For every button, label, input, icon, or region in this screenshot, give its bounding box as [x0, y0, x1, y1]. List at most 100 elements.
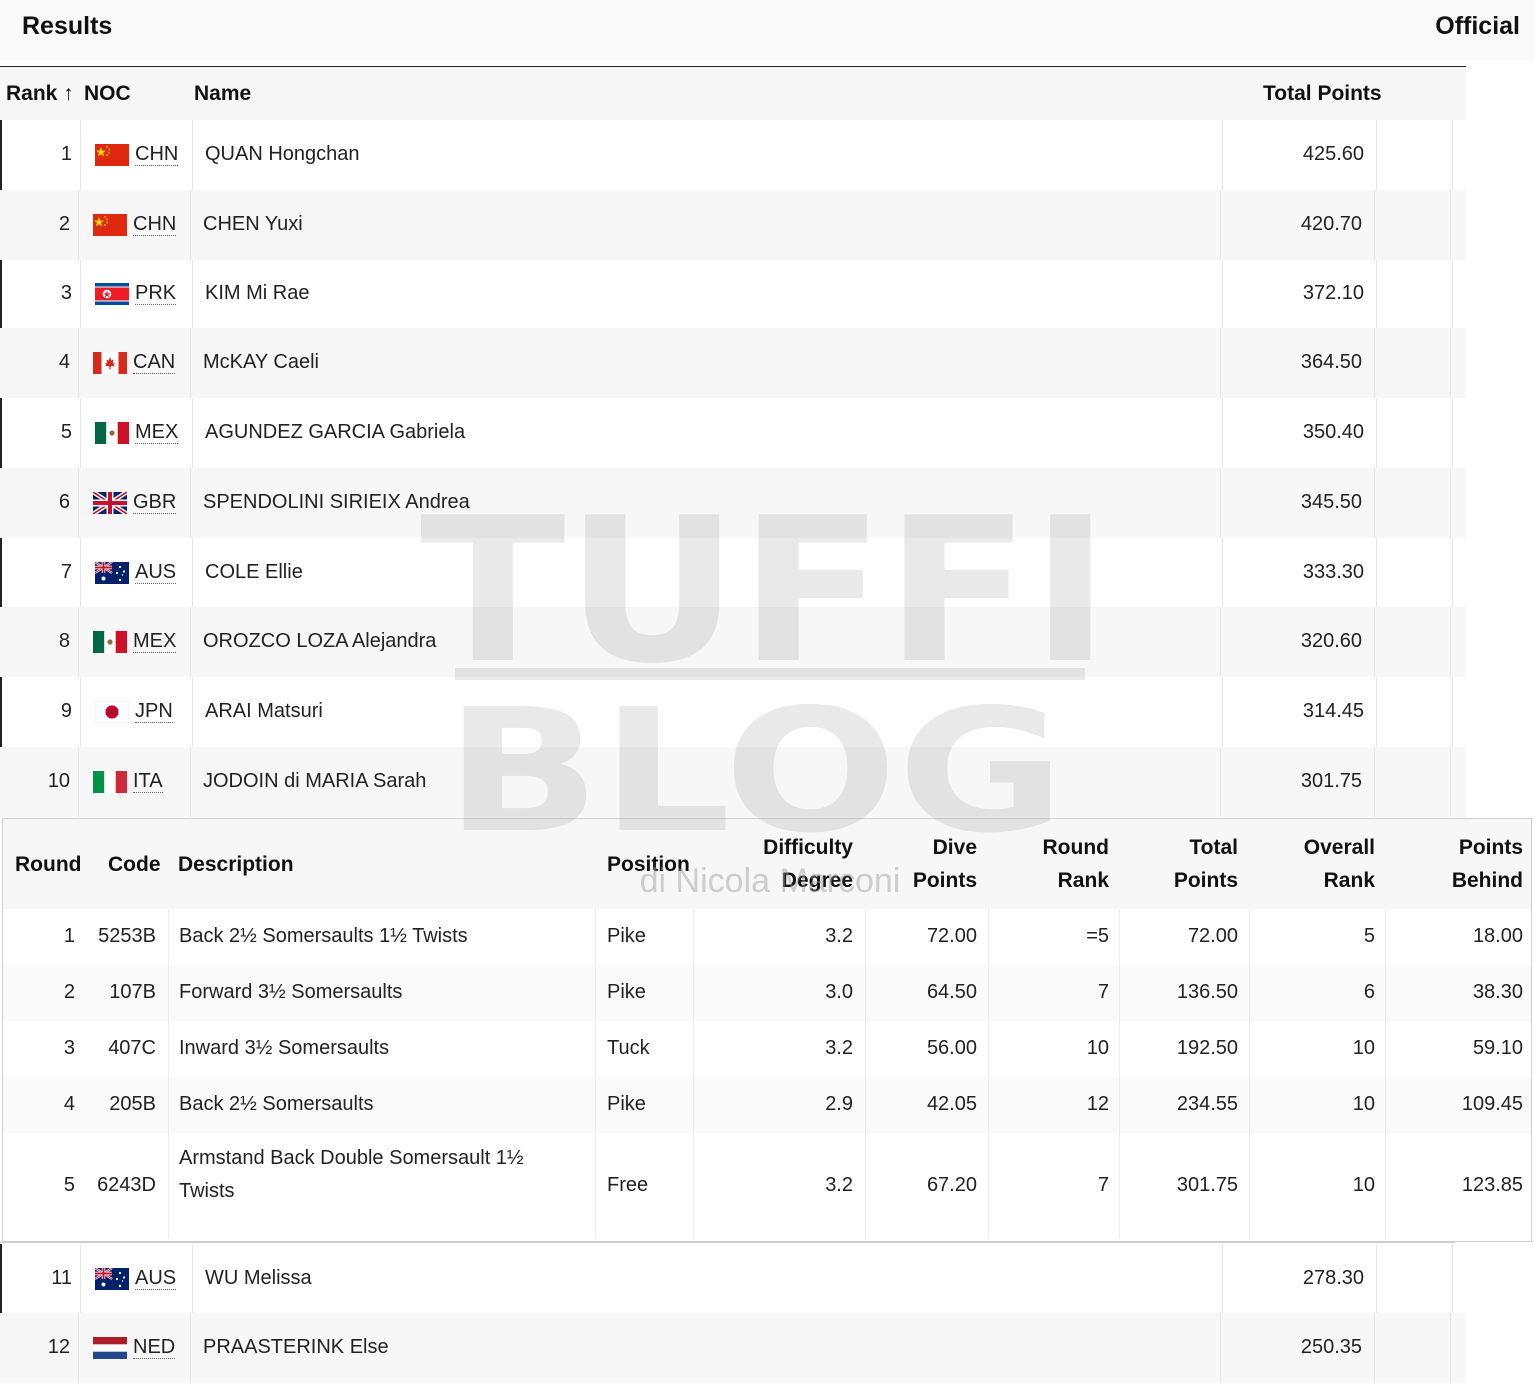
athlete-name[interactable]: WU Melissa [205, 1267, 312, 1290]
athlete-name[interactable]: QUAN Hongchan [205, 143, 360, 166]
athlete-total-points: 350.40 [1302, 421, 1364, 443]
athlete-row[interactable]: 7 AUS COLE Ellie 333.30 [0, 538, 1466, 607]
athlete-row[interactable]: 11 AUS WU Melissa 278.30 [0, 1244, 1466, 1313]
athlete-row[interactable]: 12 NED PRAASTERINK Else 250.35 [0, 1313, 1466, 1383]
column-divider [1374, 747, 1375, 817]
athlete-row[interactable]: 6 GBR SPENDOLINI SIRIEIX Andrea 345.50 [0, 468, 1466, 538]
total-points-column-header[interactable]: Total Points [1263, 82, 1382, 106]
official-status: Official [1435, 12, 1520, 40]
column-divider [1376, 1244, 1377, 1313]
dive-round: 5 [63, 1174, 75, 1196]
athlete-name[interactable]: SPENDOLINI SIRIEIX Andrea [203, 491, 470, 514]
athlete-total-points: 364.50 [1300, 351, 1362, 373]
athlete-row[interactable]: 9 JPN ARAI Matsuri 314.45 [0, 677, 1466, 747]
flag-icon [91, 490, 129, 516]
athlete-row[interactable]: 10 ITA JODOIN di MARIA Sarah 301.75 [0, 747, 1466, 817]
athlete-row[interactable]: 3 PRK KIM Mi Rae 372.10 [0, 260, 1466, 328]
column-divider [78, 1313, 79, 1383]
dive-total-points: 234.55 [1176, 1093, 1238, 1115]
column-divider [1220, 468, 1221, 538]
dive-points-behind: 18.00 [1472, 925, 1523, 947]
column-divider [1450, 328, 1451, 398]
dive-code: 407C [108, 1037, 156, 1059]
dive-position: Tuck [607, 1037, 650, 1059]
dive-total-points: 192.50 [1176, 1037, 1238, 1059]
athlete-total-points: 333.30 [1302, 561, 1364, 583]
noc-code[interactable]: MEX [135, 421, 179, 444]
athlete-name[interactable]: OROZCO LOZA Alejandra [203, 630, 436, 653]
athlete-row[interactable]: 4 CAN McKAY Caeli 364.50 [0, 328, 1466, 398]
athlete-row[interactable]: 2 CHN CHEN Yuxi 420.70 [0, 190, 1466, 260]
dive-total-points: 136.50 [1176, 981, 1238, 1003]
dive-row: 1 5253B Back 2½ Somersaults 1½ Twists Pike 3… [3, 909, 1531, 965]
dive-difficulty: 2.9 [825, 1093, 853, 1115]
column-divider [1376, 398, 1377, 468]
noc-code[interactable]: ITA [133, 770, 163, 793]
detail-bottom-divider [0, 1242, 1455, 1243]
column-divider [1220, 747, 1221, 817]
athlete-rank: 1 [60, 143, 72, 165]
athlete-name[interactable]: AGUNDEZ GARCIA Gabriela [205, 421, 465, 444]
dive-overall-rank: 10 [1352, 1174, 1375, 1196]
athlete-row[interactable]: 1 CHN QUAN Hongchan 425.60 [0, 120, 1466, 190]
column-divider [80, 538, 81, 607]
noc-code[interactable]: CHN [133, 213, 177, 236]
total-points-header-line1: Total [1189, 836, 1238, 859]
column-divider [78, 747, 79, 817]
flag-icon [95, 422, 129, 444]
flag-icon [93, 352, 127, 374]
points-behind-header-line2: Behind [1451, 869, 1523, 892]
column-divider [1222, 538, 1223, 607]
dive-points-behind: 123.85 [1461, 1174, 1523, 1196]
dive-description: Back 2½ Somersaults 1½ Twists [179, 925, 468, 947]
dive-total-points: 301.75 [1176, 1174, 1238, 1196]
column-divider [80, 260, 81, 328]
athlete-name[interactable]: McKAY Caeli [203, 351, 319, 374]
dive-points: 56.00 [926, 1037, 977, 1059]
noc-code[interactable]: PRK [135, 282, 177, 305]
flag-icon [94, 561, 129, 584]
position-header: Position [607, 853, 690, 876]
athlete-row[interactable]: 5 MEX AGUNDEZ GARCIA Gabriela 350.40 [0, 398, 1466, 468]
noc-code[interactable]: AUS [135, 1267, 177, 1290]
dive-row: 3 407C Inward 3½ Somersaults Tuck 3.2 56.00 10… [3, 1021, 1531, 1077]
noc-code[interactable]: AUS [135, 561, 177, 584]
athlete-rank: 11 [51, 1267, 72, 1289]
dive-points-behind: 109.45 [1461, 1093, 1523, 1115]
athlete-name[interactable]: KIM Mi Rae [205, 282, 309, 305]
athlete-name[interactable]: ARAI Matsuri [205, 700, 323, 723]
athlete-name[interactable]: JODOIN di MARIA Sarah [203, 770, 426, 793]
dive-points-behind: 38.30 [1472, 981, 1523, 1003]
athlete-name[interactable]: PRAASTERINK Else [203, 1336, 389, 1359]
column-divider [1376, 120, 1377, 190]
athlete-name[interactable]: COLE Ellie [205, 561, 303, 584]
round-rank-header-line1: Round [1042, 836, 1109, 859]
athlete-rank: 9 [60, 700, 72, 722]
round-header: Round [15, 853, 82, 876]
athlete-row[interactable]: 8 MEX OROZCO LOZA Alejandra 320.60 [0, 607, 1466, 677]
overall-rank-header-line1: Overall [1303, 836, 1375, 859]
column-divider [1452, 677, 1453, 747]
name-column-header[interactable]: Name [194, 82, 251, 106]
dive-overall-rank: 5 [1363, 925, 1375, 947]
noc-code[interactable]: MEX [133, 630, 177, 653]
points-behind-header-line1: Points [1458, 836, 1523, 859]
sort-ascending-icon[interactable]: ↑ [63, 82, 74, 105]
column-divider [78, 468, 79, 538]
noc-code[interactable]: GBR [133, 491, 177, 514]
dive-details-panel: Round Code Description Position Difficul… [2, 818, 1532, 1242]
noc-code[interactable]: JPN [135, 700, 173, 723]
flag-icon [93, 631, 127, 653]
noc-code[interactable]: NED [133, 1336, 176, 1359]
dive-points-behind: 59.10 [1472, 1037, 1523, 1059]
noc-code[interactable]: CAN [133, 351, 176, 374]
column-divider [1385, 909, 1386, 1239]
rank-column-header[interactable]: Rank ↑ [6, 82, 74, 106]
athlete-name[interactable]: CHEN Yuxi [203, 213, 303, 236]
dive-round: 3 [63, 1037, 75, 1059]
dive-position: Pike [607, 981, 646, 1003]
noc-code[interactable]: CHN [135, 143, 179, 166]
code-header: Code [108, 853, 161, 876]
column-divider [1374, 190, 1375, 260]
noc-column-header[interactable]: NOC [84, 82, 131, 106]
